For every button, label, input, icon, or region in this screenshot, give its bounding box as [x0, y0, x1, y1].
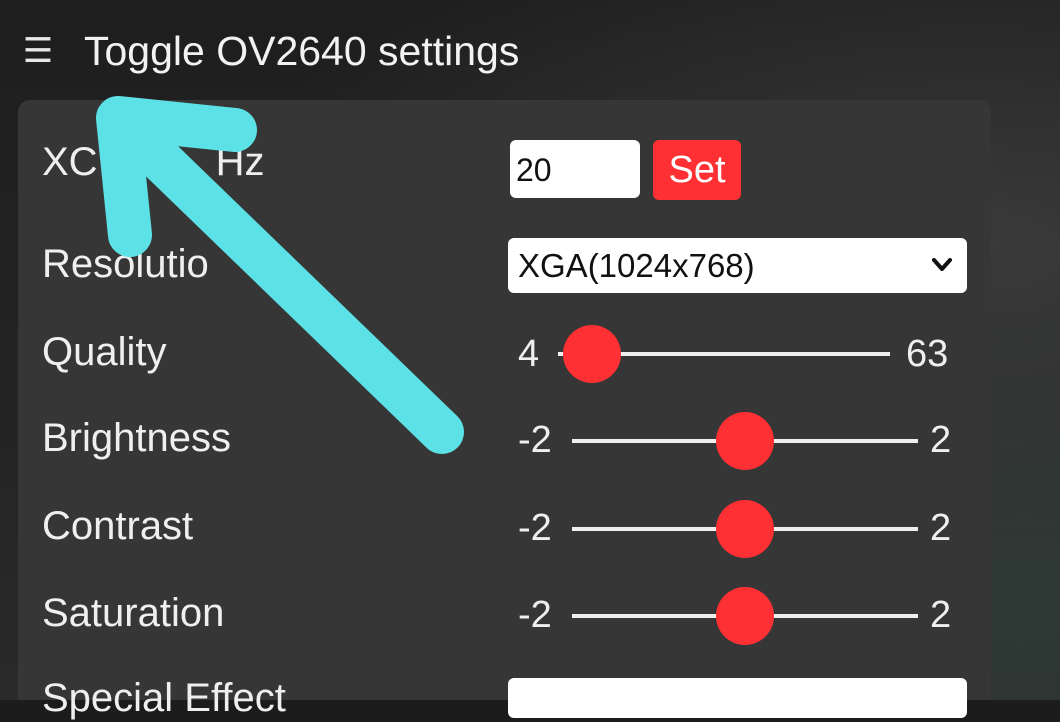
- saturation-max: 2: [930, 594, 952, 636]
- quality-slider-thumb[interactable]: [562, 325, 621, 383]
- resolution-label: Resolutio: [42, 242, 209, 286]
- brightness-min: -2: [518, 419, 552, 461]
- contrast-slider-thumb[interactable]: [716, 500, 774, 558]
- saturation-slider-thumb[interactable]: [716, 587, 774, 645]
- brightness-max: 2: [930, 419, 952, 461]
- contrast-max: 2: [930, 507, 952, 549]
- special-effect-select[interactable]: [508, 678, 967, 718]
- settings-toggle-header[interactable]: ☰ Toggle OV2640 settings: [0, 0, 1060, 100]
- contrast-min: -2: [518, 507, 552, 549]
- quality-min: 4: [518, 333, 540, 375]
- quality-label: Quality: [42, 330, 167, 374]
- toggle-settings-title[interactable]: Toggle OV2640 settings: [84, 26, 519, 76]
- resolution-selected-value: XGA(1024x768): [518, 247, 755, 284]
- xclk-input[interactable]: 20: [510, 140, 640, 198]
- brightness-label: Brightness: [42, 416, 231, 460]
- hamburger-menu-icon[interactable]: ☰: [20, 34, 56, 68]
- xclk-label-start: XC: [42, 140, 98, 184]
- contrast-label: Contrast: [42, 504, 194, 548]
- xclk-label-end: Hz: [215, 140, 265, 184]
- saturation-label: Saturation: [42, 591, 225, 635]
- chevron-down-icon: [932, 258, 952, 271]
- resolution-select[interactable]: XGA(1024x768): [508, 238, 967, 293]
- quality-max: 63: [906, 333, 949, 375]
- special-effect-label: Special Effect: [42, 676, 286, 720]
- set-xclk-button[interactable]: Set: [653, 140, 741, 200]
- xclk-label: XC Hz: [42, 138, 264, 186]
- saturation-min: -2: [518, 594, 552, 636]
- brightness-slider-thumb[interactable]: [716, 412, 774, 470]
